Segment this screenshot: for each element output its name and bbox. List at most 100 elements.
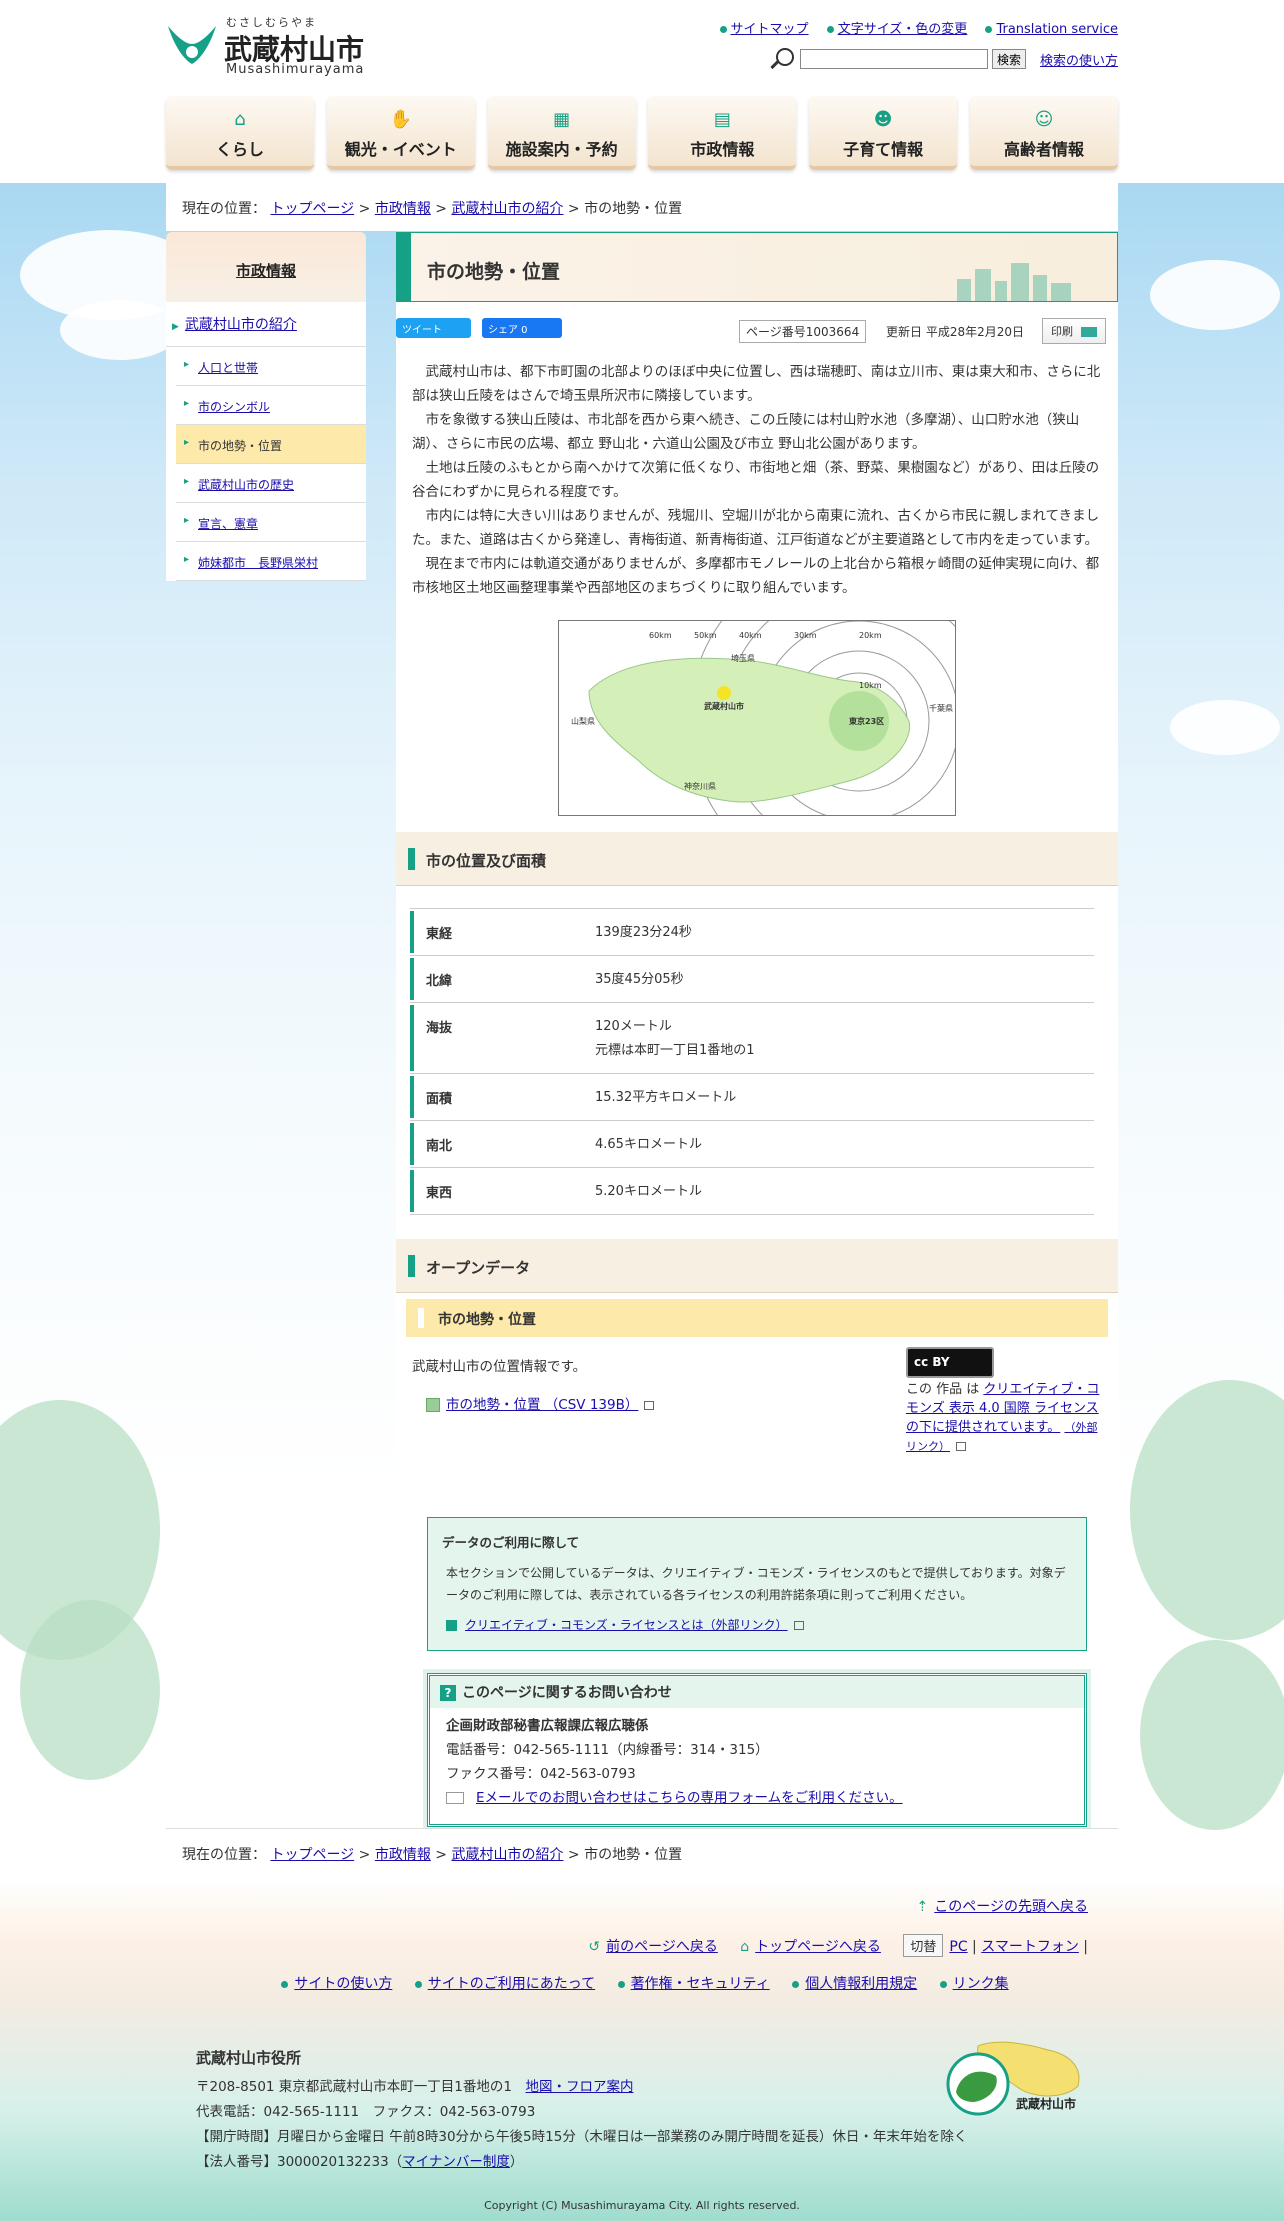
data-usage-notice: データのご利用に際して 本セクションで公開しているデータは、クリエイティブ・コモ… — [427, 1517, 1087, 1651]
breadcrumb-separator: > — [435, 201, 448, 217]
translation-link[interactable]: Translation service — [996, 22, 1118, 37]
breadcrumb-prefix: 現在の位置： — [182, 201, 266, 217]
table-key: 南北 — [410, 1123, 595, 1165]
home-link[interactable]: トップページへ戻る — [755, 1939, 881, 1955]
mascot-label: 武蔵村山市 — [1016, 2096, 1076, 2111]
gnav-city-info[interactable]: ▤ 市政情報 — [648, 96, 797, 170]
external-window-icon — [793, 1621, 804, 1630]
footer-map-link[interactable]: 地図・フロア案内 — [525, 2079, 633, 2095]
sidebar-item-history[interactable]: 武蔵村山市の歴史 — [176, 464, 366, 503]
footer-address: 武蔵村山市役所 〒208-8501 東京都武蔵村山市本町一丁目1番地の1 地図・… — [196, 2046, 967, 2175]
gnav-kurashi[interactable]: ⌂ くらし — [166, 96, 314, 170]
gnav-facilities[interactable]: ▦ 施設案内・予約 — [487, 96, 636, 170]
footer-links: サイトの使い方 サイトのご利用にあたって 著作権・セキュリティ 個人情報利用規定… — [0, 1973, 1284, 1993]
print-button[interactable]: 印刷 — [1042, 318, 1106, 344]
notice-link-row: クリエイティブ・コモンズ・ライセンスとは（外部リンク） — [442, 1614, 1072, 1636]
breadcrumb-link-city-info[interactable]: 市政情報 — [375, 1847, 431, 1863]
contact-mail-link[interactable]: Eメールでのお問い合わせはこちらの専用フォームをご利用ください。 — [476, 1790, 903, 1806]
map-label-city: 武蔵村山市 — [704, 701, 744, 711]
article-paragraph: 市を象徴する狭山丘陵は、市北部を西から東へ続き、この丘陵には村山貯水池（多摩湖）… — [412, 412, 1080, 452]
footer-link-howto[interactable]: サイトの使い方 — [294, 1976, 392, 1992]
home-icon: ⌂ — [740, 1939, 750, 1955]
section-heading: 市の位置及び面積 — [396, 832, 1118, 886]
article-paragraph: 現在まで市内には軌道交通がありませんが、多摩都市モノレールの上北台から箱根ヶ崎間… — [412, 556, 1100, 596]
gnav-childcare[interactable]: ☻ 子育て情報 — [809, 96, 958, 170]
smartphone-view-link[interactable]: スマートフォン — [981, 1939, 1079, 1955]
sidebar-item-label[interactable]: 人口と世帯 — [198, 361, 258, 375]
logo-roman: Musashimurayama — [226, 62, 365, 77]
map-label: 千葉県 — [929, 703, 953, 713]
search-input[interactable] — [799, 49, 988, 69]
footer-link-links[interactable]: リンク集 — [953, 1976, 1009, 1992]
prev-page-link[interactable]: 前のページへ戻る — [606, 1939, 718, 1955]
map-label: 東京23区 — [849, 716, 884, 726]
footer-link-copyright[interactable]: 著作権・セキュリティ — [631, 1976, 770, 1992]
sidebar: 市政情報 武蔵村山市の紹介 人口と世帯 市のシンボル 市の地勢・位置 武蔵村山市… — [166, 232, 366, 581]
sidebar-title-link[interactable]: 市政情報 — [236, 262, 296, 280]
gnav-label: 市政情報 — [690, 140, 755, 159]
switch-label: 切替 — [903, 1934, 944, 1957]
cc-about-link[interactable]: クリエイティブ・コモンズ・ライセンスとは（外部リンク） — [465, 1618, 788, 1632]
gnav-label: くらし — [215, 140, 264, 159]
updated-date: 更新日 平成28年2月20日 — [886, 325, 1024, 339]
text-size-color-link[interactable]: 文字サイズ・色の変更 — [838, 22, 968, 37]
breadcrumb-link-intro[interactable]: 武蔵村山市の紹介 — [451, 1847, 563, 1863]
tweet-button[interactable]: ツイート — [396, 318, 471, 338]
cc-by-badge[interactable]: cc BY — [906, 1347, 994, 1378]
footer-corp-text: 【法人番号】3000020132233（ — [196, 2154, 403, 2170]
breadcrumb-link-top[interactable]: トップページ — [270, 201, 354, 217]
breadcrumb-separator: > — [567, 201, 580, 217]
envelope-icon — [446, 1792, 464, 1804]
sidebar-item-label[interactable]: 姉妹都市 長野県栄村 — [198, 556, 318, 570]
gnav-elderly[interactable]: ☺ 高齢者情報 — [969, 96, 1118, 170]
sidebar-list: 人口と世帯 市のシンボル 市の地勢・位置 武蔵村山市の歴史 宣言、憲章 姉妹都市… — [166, 347, 366, 581]
map-ring-label: 40km — [739, 631, 762, 640]
bullet-icon — [792, 1980, 800, 1988]
sidebar-item-population[interactable]: 人口と世帯 — [176, 347, 366, 386]
sidebar-item-sister-city[interactable]: 姉妹都市 長野県栄村 — [176, 542, 366, 581]
table-row: 東西 5.20キロメートル — [410, 1167, 1094, 1215]
sitemap-link[interactable]: サイトマップ — [731, 22, 809, 37]
city-mascot-logo: 武蔵村山市 — [938, 2036, 1088, 2116]
table-value-text: 5.20キロメートル — [595, 1184, 702, 1199]
bullet-icon — [617, 1980, 625, 1988]
footer-link-terms[interactable]: サイトのご利用にあたって — [428, 1976, 595, 1992]
contact-fax: ファクス番号：042-563-0793 — [446, 1766, 636, 1782]
csv-download-link[interactable]: 市の地勢・位置 （CSV 139B） — [446, 1397, 638, 1413]
site-logo[interactable]: むさしむらやま 武蔵村山市 Musashimurayama — [166, 12, 366, 78]
site-header: むさしむらやま 武蔵村山市 Musashimurayama サイトマップ 文字サ… — [0, 0, 1284, 183]
sidebar-item-symbol[interactable]: 市のシンボル — [176, 386, 366, 425]
table-value-text: 元標は本町一丁目1番地の1 — [595, 1043, 755, 1058]
sidebar-item-label[interactable]: 宣言、憲章 — [198, 517, 258, 531]
sidebar-item-declarations[interactable]: 宣言、憲章 — [176, 503, 366, 542]
table-row: 東経 139度23分24秒 — [410, 908, 1094, 955]
csv-download: 市の地勢・位置 （CSV 139B） — [426, 1393, 655, 1413]
map-ring-label: 50km — [694, 631, 717, 640]
search-help-link[interactable]: 検索の使い方 — [1040, 50, 1118, 69]
table-value-text: 120メートル — [595, 1019, 672, 1034]
search-button[interactable]: 検索 — [991, 49, 1026, 69]
map-label: 神奈川県 — [684, 781, 716, 791]
breadcrumb-link-top[interactable]: トップページ — [270, 1847, 354, 1863]
location-map: 60km 50km 40km 30km 20km 10km 埼玉県 山梨県 武蔵… — [558, 620, 956, 816]
document-icon: ▤ — [713, 109, 731, 130]
page-tools: ツイート シェア 0 ページ番号1003664 更新日 平成28年2月20日 印… — [396, 302, 1118, 360]
house-icon: ⌂ — [234, 109, 246, 130]
footer-link-privacy[interactable]: 個人情報利用規定 — [805, 1976, 917, 1992]
print-label: 印刷 — [1051, 325, 1073, 338]
pc-view-link[interactable]: PC — [949, 1939, 967, 1955]
breadcrumb-link-city-info[interactable]: 市政情報 — [375, 201, 431, 217]
breadcrumb-link-intro[interactable]: 武蔵村山市の紹介 — [451, 201, 563, 217]
sidebar-item-label[interactable]: 市のシンボル — [198, 400, 270, 414]
sidebar-item-label[interactable]: 武蔵村山市の歴史 — [198, 478, 294, 492]
mynumber-link[interactable]: マイナンバー制度 — [402, 2154, 510, 2170]
arrow-up-icon: ⇡ — [916, 1899, 929, 1915]
gnav-tourism-events[interactable]: ✋ 観光・イベント — [326, 96, 475, 170]
breadcrumb-bottom: 現在の位置： トップページ > 市政情報 > 武蔵村山市の紹介 > 市の地勢・位… — [166, 1828, 1118, 1876]
page-top-link[interactable]: このページの先頭へ戻る — [934, 1899, 1088, 1915]
page-title: 市の地勢・位置 — [396, 232, 1118, 302]
location-map-graphic: 60km 50km 40km 30km 20km 10km 埼玉県 山梨県 武蔵… — [571, 621, 955, 815]
sidebar-section-link[interactable]: 武蔵村山市の紹介 — [185, 317, 297, 333]
gnav-label: 高齢者情報 — [1003, 140, 1084, 159]
facebook-share-button[interactable]: シェア 0 — [482, 318, 562, 338]
